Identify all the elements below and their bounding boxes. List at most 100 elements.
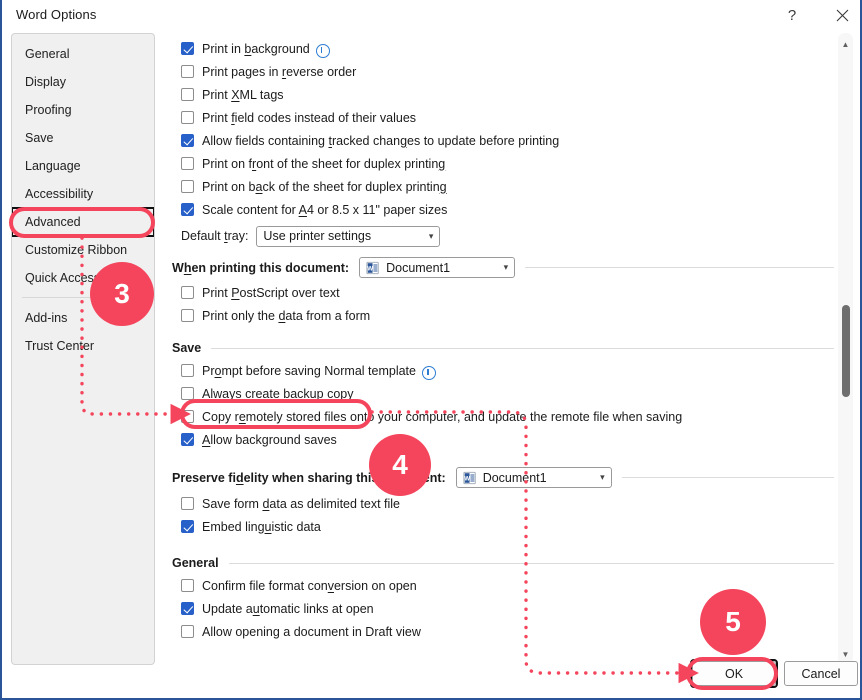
general-section-header: General [172, 556, 834, 570]
checkbox-label: Allow background saves [202, 433, 337, 447]
checkbox-label: Print PostScript over text [202, 286, 340, 300]
checkbox-row[interactable]: Print on back of the sheet for duplex pr… [172, 175, 834, 198]
info-icon[interactable] [316, 44, 330, 58]
triangle-up-icon[interactable]: ▲ [838, 36, 853, 52]
checkbox-row[interactable]: Allow fields containing tracked changes … [172, 129, 834, 152]
checkbox-label: Always create backup copy [202, 387, 353, 401]
checkbox-row[interactable]: Print only the data from a form [172, 304, 834, 327]
step-badge-4: 4 [369, 434, 431, 496]
checkbox-label: Allow fields containing tracked changes … [202, 134, 559, 148]
save-form-data-delimited-checkbox[interactable] [181, 497, 194, 510]
default-tray-label: Default tray: [181, 229, 248, 243]
checkbox-row[interactable]: Print pages in reverse order [172, 60, 834, 83]
checkbox-label: Print XML tags [202, 88, 284, 102]
chevron-down-icon: ▾ [494, 263, 509, 272]
vertical-scrollbar[interactable]: ▲ ▼ [838, 33, 853, 665]
prompt-before-saving-normal-template-checkbox[interactable] [181, 364, 194, 377]
copy-remotely-stored-files-checkbox[interactable] [181, 410, 194, 423]
sidebar-item-label: Advanced [25, 215, 81, 229]
checkbox-row[interactable]: Always create backup copy [172, 382, 834, 405]
print-xml-tags-checkbox[interactable] [181, 88, 194, 101]
print-front-duplex-checkbox[interactable] [181, 157, 194, 170]
sidebar-item-label: Language [25, 159, 81, 173]
checkbox-label: Scale content for A4 or 8.5 x 11" paper … [202, 203, 447, 217]
scale-content-a4-checkbox[interactable] [181, 203, 194, 216]
sidebar-item-trust-center[interactable]: Trust Center [12, 332, 154, 360]
section-title: Save [172, 341, 201, 355]
checkbox-row[interactable]: Print in background [172, 37, 834, 60]
allow-tracked-changes-update-checkbox[interactable] [181, 134, 194, 147]
sidebar-item-display[interactable]: Display [12, 68, 154, 96]
checkbox-row[interactable]: Save form data as delimited text file [172, 492, 834, 515]
print-back-duplex-checkbox[interactable] [181, 180, 194, 193]
ok-button[interactable]: OK [692, 661, 776, 686]
checkbox-label: Update automatic links at open [202, 602, 374, 616]
allow-background-saves-checkbox[interactable] [181, 433, 194, 446]
print-only-form-data-checkbox[interactable] [181, 309, 194, 322]
svg-text:W: W [367, 265, 373, 272]
print-reverse-order-checkbox[interactable] [181, 65, 194, 78]
scrollbar-thumb[interactable] [842, 305, 850, 397]
checkbox-row[interactable]: Print PostScript over text [172, 281, 834, 304]
chevron-down-icon: ▾ [419, 232, 434, 241]
step-badge-5: 5 [700, 589, 766, 655]
sidebar-item-customize-ribbon[interactable]: Customize Ribbon [12, 236, 154, 264]
document-value: Document1 [386, 261, 450, 275]
checkbox-label: Copy remotely stored files onto your com… [202, 410, 682, 424]
checkbox-label: Confirm file format conversion on open [202, 579, 417, 593]
info-icon[interactable] [422, 366, 436, 380]
sidebar-item-proofing[interactable]: Proofing [12, 96, 154, 124]
checkbox-row[interactable]: Scale content for A4 or 8.5 x 11" paper … [172, 198, 834, 221]
always-create-backup-copy-checkbox[interactable] [181, 387, 194, 400]
options-category-list[interactable]: General Display Proofing Save Language A… [11, 33, 155, 665]
default-tray-select[interactable]: Use printer settings ▾ [256, 226, 440, 247]
options-scroll-pane[interactable]: Print in background Print pages in rever… [172, 33, 834, 665]
preserve-fidelity-document-select[interactable]: W Document1 ▾ [456, 467, 612, 488]
checkbox-label: Print on back of the sheet for duplex pr… [202, 180, 447, 194]
checkbox-row[interactable]: Copy remotely stored files onto your com… [172, 405, 834, 428]
checkbox-label: Print in background [202, 42, 310, 56]
sidebar-item-language[interactable]: Language [12, 152, 154, 180]
section-rule [622, 477, 834, 478]
checkbox-row[interactable]: Print field codes instead of their value… [172, 106, 834, 129]
sidebar-item-label: Save [25, 131, 54, 145]
help-icon[interactable]: ? [778, 2, 806, 28]
checkbox-label: Print field codes instead of their value… [202, 111, 416, 125]
document-value: Document1 [483, 471, 547, 485]
save-section-header: Save [172, 341, 834, 355]
when-printing-document-select[interactable]: W Document1 ▾ [359, 257, 515, 278]
section-title: When printing this document: [172, 261, 349, 275]
print-in-background-checkbox[interactable] [181, 42, 194, 55]
checkbox-row[interactable]: Allow background saves [172, 428, 834, 451]
confirm-file-format-conversion-checkbox[interactable] [181, 579, 194, 592]
checkbox-row[interactable]: Prompt before saving Normal template [172, 359, 834, 382]
triangle-down-icon[interactable]: ▼ [838, 646, 853, 662]
sidebar-item-label: Add-ins [25, 311, 67, 325]
sidebar-item-label: Customize Ribbon [25, 243, 127, 257]
update-automatic-links-checkbox[interactable] [181, 602, 194, 615]
sidebar-item-label: Accessibility [25, 187, 93, 201]
sidebar-item-general[interactable]: General [12, 40, 154, 68]
sidebar-item-label: Display [25, 75, 66, 89]
default-tray-row[interactable]: Default tray: Use printer settings ▾ [172, 221, 834, 251]
section-rule [229, 563, 834, 564]
sidebar-item-save[interactable]: Save [12, 124, 154, 152]
cancel-button[interactable]: Cancel [784, 661, 858, 686]
chevron-down-icon: ▾ [590, 473, 605, 482]
embed-linguistic-data-checkbox[interactable] [181, 520, 194, 533]
sidebar-item-accessibility[interactable]: Accessibility [12, 180, 154, 208]
checkbox-row[interactable]: Embed linguistic data [172, 515, 834, 538]
default-tray-value: Use printer settings [263, 229, 371, 243]
print-postscript-over-text-checkbox[interactable] [181, 286, 194, 299]
preserve-fidelity-section-header: Preserve fidelity when sharing this docu… [172, 467, 834, 488]
print-field-codes-checkbox[interactable] [181, 111, 194, 124]
sidebar-item-advanced[interactable]: Advanced [12, 208, 154, 236]
window-title: Word Options [16, 7, 96, 22]
word-document-icon: W [366, 261, 380, 275]
close-icon[interactable] [828, 2, 856, 28]
checkbox-label: Prompt before saving Normal template [202, 364, 416, 378]
word-document-icon: W [463, 471, 477, 485]
checkbox-row[interactable]: Print XML tags [172, 83, 834, 106]
checkbox-row[interactable]: Print on front of the sheet for duplex p… [172, 152, 834, 175]
allow-opening-draft-view-checkbox[interactable] [181, 625, 194, 638]
